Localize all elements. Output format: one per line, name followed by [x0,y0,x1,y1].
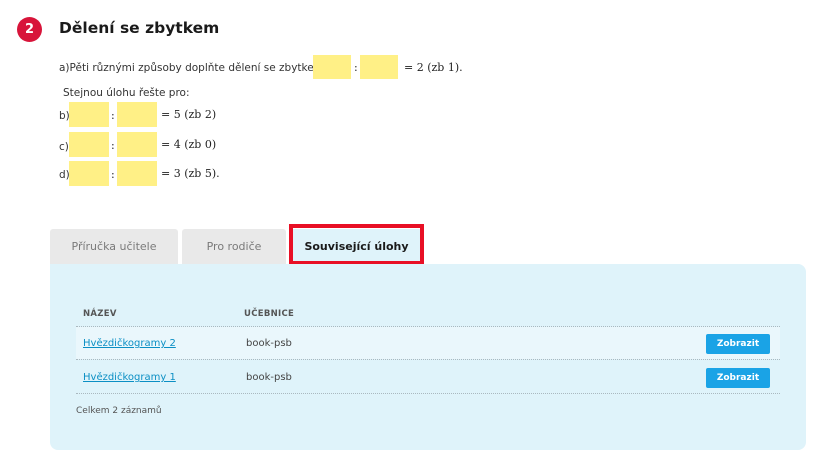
show-button[interactable]: Zobrazit [706,368,770,388]
answer-box[interactable] [69,161,109,186]
textbook-cell: book-psb [246,338,292,349]
answer-box[interactable] [69,102,109,127]
tab-related-tasks[interactable]: Související úlohy [291,229,422,264]
item-label: c) [59,141,69,153]
item-result: = 5 (zb 2) [161,108,217,121]
textbook-cell: book-psb [246,372,292,383]
item-result: = 3 (zb 5). [161,167,220,180]
answer-box[interactable] [69,132,109,157]
column-header-textbook: UČEBNICE [244,309,295,319]
answer-box[interactable] [360,55,398,79]
item-result: = 4 (zb 0) [161,138,217,151]
show-button[interactable]: Zobrazit [706,334,770,354]
row-divider [76,393,780,394]
column-header-name: NÁZEV [83,309,117,319]
task-link[interactable]: Hvězdičkogramy 2 [83,338,176,349]
answer-box[interactable] [117,132,157,157]
task-a-text: a)Pěti různými způsoby doplňte dělení se… [59,62,324,74]
instruction-text: Stejnou úlohu řešte pro: [63,87,190,99]
table-row [76,327,780,359]
colon-sign: : [111,168,115,181]
answer-box[interactable] [313,55,351,79]
tab-teacher-guide[interactable]: Příručka učitele [50,229,178,264]
task-title: Dělení se zbytkem [59,19,220,37]
task-number-badge: 2 [17,17,42,42]
colon-sign: : [111,139,115,152]
records-total: Celkem 2 záznamů [76,406,162,416]
table-row [76,360,780,392]
answer-box[interactable] [117,161,157,186]
colon-sign: : [354,61,358,74]
answer-box[interactable] [117,102,157,127]
colon-sign: : [111,109,115,122]
tab-for-parents[interactable]: Pro rodiče [182,229,286,264]
task-link[interactable]: Hvězdičkogramy 1 [83,372,176,383]
task-a-result: = 2 (zb 1). [404,61,463,74]
